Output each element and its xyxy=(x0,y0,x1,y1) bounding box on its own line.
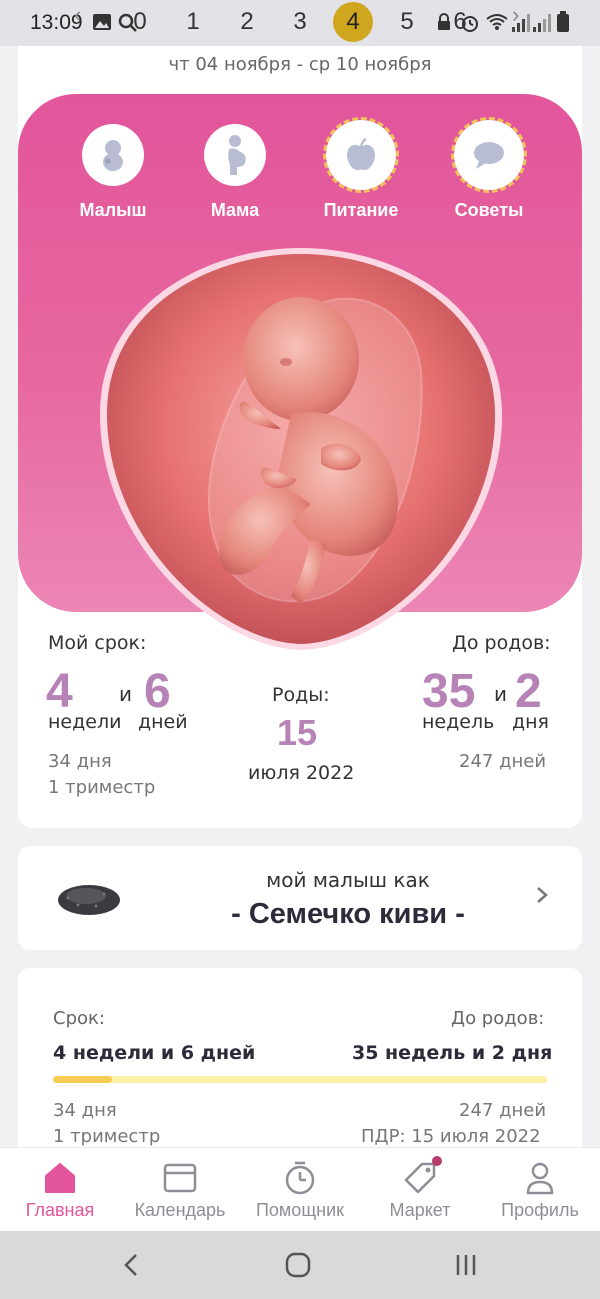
category-nutrition-label: Питание xyxy=(323,200,399,220)
apple-icon xyxy=(323,117,399,193)
bottom-navigation: Главная Календарь Помощник Маркет Профил… xyxy=(0,1147,600,1231)
signal-2-icon xyxy=(533,14,555,32)
alarm-icon xyxy=(460,13,480,36)
week-number-0[interactable]: 0 xyxy=(120,2,160,42)
remaining-and: и xyxy=(494,682,507,706)
size-title: - Семечко киви - xyxy=(231,898,465,930)
back-icon[interactable] xyxy=(112,1250,152,1280)
week-number-4-active[interactable]: 4 xyxy=(333,2,373,42)
date-range: чт 04 ноября - ср 10 ноября xyxy=(168,54,432,75)
home-button-icon[interactable] xyxy=(278,1250,318,1280)
week-number-2[interactable]: 2 xyxy=(227,2,267,42)
kiwi-seeds-image xyxy=(56,878,122,918)
market-badge-dot xyxy=(432,1156,442,1166)
my-term-label: Мой срок: xyxy=(48,632,147,654)
week-number-1[interactable]: 1 xyxy=(173,2,213,42)
chat-bubble-icon xyxy=(451,117,527,193)
pregnant-woman-icon xyxy=(204,124,266,186)
term-trimester: 1 триместр xyxy=(48,777,156,798)
gallery-icon xyxy=(92,13,112,34)
fetus-illustration[interactable] xyxy=(96,244,506,654)
nav-home-label: Главная xyxy=(25,1200,95,1220)
progress-card: Срок: 4 недели и 6 дней До родов: 35 нед… xyxy=(18,968,582,1168)
main-week-card: чт 04 ноября - ср 10 ноября Малыш Мама П… xyxy=(18,46,582,828)
lock-icon xyxy=(436,13,452,34)
status-bar: 13:09 ‹ 0 1 2 3 4 5 6 › xyxy=(0,0,600,46)
week-prev-arrow[interactable]: ‹ xyxy=(74,2,81,28)
week-number-5[interactable]: 5 xyxy=(387,2,427,42)
nav-home[interactable]: Главная xyxy=(0,1148,120,1232)
nav-profile-label: Профиль xyxy=(501,1200,579,1220)
baby-size-card[interactable]: мой малыш как - Семечко киви - xyxy=(18,846,582,950)
category-baby[interactable]: Малыш xyxy=(47,124,179,221)
category-baby-label: Малыш xyxy=(79,200,147,220)
progress-until-label: До родов: xyxy=(451,1008,545,1029)
nav-assistant-label: Помощник xyxy=(255,1200,344,1220)
progress-until-value: 35 недель и 2 дня xyxy=(352,1042,553,1064)
term-and: и xyxy=(119,682,132,706)
progress-remaining-days: 247 дней xyxy=(459,1100,547,1121)
category-tips[interactable]: Советы xyxy=(423,117,555,221)
until-birth-label: До родов: xyxy=(452,632,551,654)
signal-icon xyxy=(512,14,534,32)
chevron-right-icon[interactable] xyxy=(532,880,552,910)
term-weeks-value: 4 xyxy=(46,665,73,718)
home-icon xyxy=(42,1160,78,1196)
remaining-total-days: 247 дней xyxy=(459,751,547,772)
size-subtitle: мой малыш как xyxy=(266,868,430,892)
baby-icon xyxy=(82,124,144,186)
term-days-value: 6 xyxy=(144,665,171,718)
calendar-icon xyxy=(162,1160,198,1196)
nav-market-label: Маркет xyxy=(389,1200,451,1220)
progress-days: 34 дня xyxy=(53,1100,117,1121)
nav-assistant[interactable]: Помощник xyxy=(240,1148,360,1232)
progress-trimester: 1 триместр xyxy=(53,1126,161,1147)
nav-profile[interactable]: Профиль xyxy=(480,1148,600,1232)
nav-calendar-label: Календарь xyxy=(134,1200,226,1220)
recent-apps-icon[interactable] xyxy=(446,1250,486,1280)
progress-term-value: 4 недели и 6 дней xyxy=(53,1042,256,1064)
nav-market[interactable]: Маркет xyxy=(360,1148,480,1232)
remaining-weeks-value: 35 xyxy=(422,665,476,718)
timer-icon xyxy=(282,1160,318,1196)
category-mom[interactable]: Мама xyxy=(169,124,301,221)
remaining-days-unit: дня xyxy=(512,711,549,733)
remaining-days-value: 2 xyxy=(515,665,542,718)
progress-bar-fill xyxy=(53,1076,113,1083)
term-weeks-unit: недели xyxy=(48,711,122,733)
birth-month-year: июля 2022 xyxy=(248,762,355,784)
term-days-unit: дней xyxy=(138,711,188,733)
profile-icon xyxy=(522,1160,558,1196)
progress-due-date: ПДР: 15 июля 2022 xyxy=(361,1126,541,1147)
tag-icon xyxy=(402,1160,438,1196)
term-total-days: 34 дня xyxy=(48,751,112,772)
category-mom-label: Мама xyxy=(210,200,260,220)
wifi-icon xyxy=(485,13,509,34)
category-nutrition[interactable]: Питание xyxy=(295,117,427,221)
battery-icon xyxy=(557,11,569,32)
week-number-3[interactable]: 3 xyxy=(280,2,320,42)
progress-bar xyxy=(53,1076,547,1083)
birth-label: Роды: xyxy=(272,684,330,706)
birth-day: 15 xyxy=(277,712,318,753)
category-tips-label: Советы xyxy=(454,200,524,220)
system-navigation-bar xyxy=(0,1231,600,1299)
progress-term-label: Срок: xyxy=(53,1008,105,1029)
nav-calendar[interactable]: Календарь xyxy=(120,1148,240,1232)
remaining-weeks-unit: недель xyxy=(422,711,495,733)
